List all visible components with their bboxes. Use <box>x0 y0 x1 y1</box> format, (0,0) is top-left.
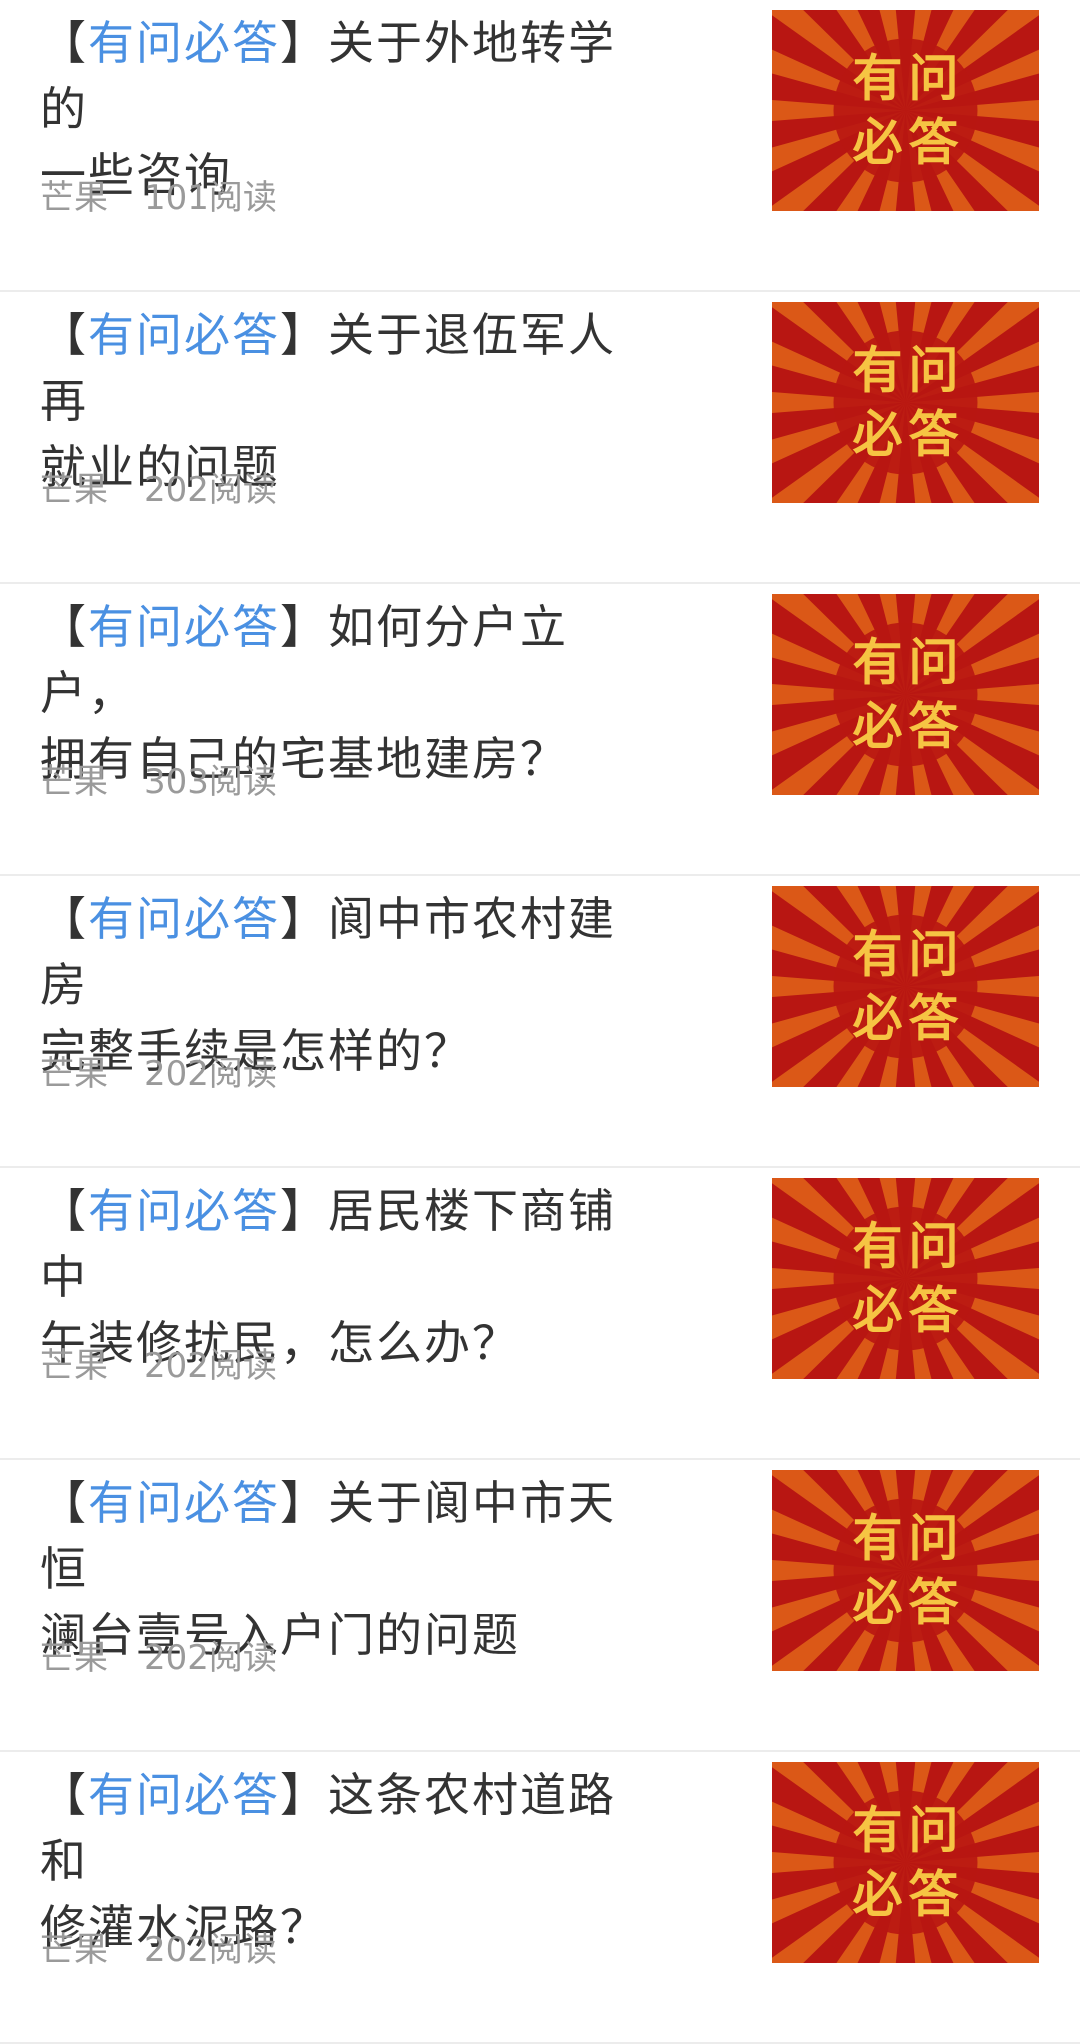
tag-label: 有问必答 <box>88 308 280 362</box>
sunburst-artwork: 有问必答 <box>772 1178 1039 1379</box>
tag-label: 有问必答 <box>88 16 280 70</box>
read-count: 101阅读 <box>144 178 277 218</box>
tag-bracket-close: 】 <box>280 1768 328 1822</box>
read-count: 202阅读 <box>144 1346 277 1386</box>
thumbnail-char: 答 <box>909 406 960 464</box>
article-meta: 芒果 303阅读 <box>40 754 277 803</box>
read-count: 202阅读 <box>144 470 277 510</box>
thumbnail-char: 有 <box>853 342 903 400</box>
article-thumbnail[interactable]: 有问必答 <box>772 1762 1039 1963</box>
tag-bracket-close: 】 <box>280 16 328 70</box>
read-count: 202阅读 <box>144 1638 277 1678</box>
article-meta: 芒果 202阅读 <box>40 1922 277 1971</box>
thumbnail-char: 答 <box>909 114 960 172</box>
article-card[interactable]: 【有问必答】关于阆中市天恒 澜台壹号入户门的问题 芒果 202阅读 有问必答 <box>0 1460 1080 1752</box>
tag-bracket-close: 】 <box>280 1184 328 1238</box>
article-meta: 芒果 101阅读 <box>40 170 277 219</box>
thumbnail-char: 必 <box>853 1574 903 1632</box>
tag-bracket-open: 【 <box>40 1476 88 1530</box>
read-count: 202阅读 <box>144 1054 277 1094</box>
author-name: 芒果 <box>40 470 108 510</box>
thumbnail-char: 问 <box>909 1802 959 1860</box>
thumbnail-char: 有 <box>853 1218 903 1276</box>
thumbnail-char: 必 <box>853 114 903 172</box>
author-name: 芒果 <box>40 1638 108 1678</box>
thumbnail-char: 必 <box>853 406 903 464</box>
tag-bracket-open: 【 <box>40 1768 88 1822</box>
author-name: 芒果 <box>40 762 108 802</box>
article-card[interactable]: 【有问必答】阆中市农村建房 完整手续是怎样的？ 芒果 202阅读 有问必答 <box>0 876 1080 1168</box>
sunburst-artwork: 有问必答 <box>772 886 1039 1087</box>
tag-label: 有问必答 <box>88 1184 280 1238</box>
article-card[interactable]: 【有问必答】居民楼下商铺中 午装修扰民，怎么办？ 芒果 202阅读 有问必答 <box>0 1168 1080 1460</box>
sunburst-artwork: 有问必答 <box>772 594 1039 795</box>
read-count: 202阅读 <box>144 1930 277 1970</box>
thumbnail-char: 必 <box>853 990 903 1048</box>
thumbnail-char: 问 <box>909 926 959 984</box>
thumbnail-char: 答 <box>909 990 960 1048</box>
thumbnail-char: 问 <box>909 634 959 692</box>
article-thumbnail[interactable]: 有问必答 <box>772 302 1039 503</box>
thumbnail-char: 问 <box>909 50 959 108</box>
thumbnail-char: 必 <box>853 698 903 756</box>
thumbnail-char: 问 <box>909 1510 959 1568</box>
thumbnail-char: 有 <box>853 50 903 108</box>
article-meta: 芒果 202阅读 <box>40 1046 277 1095</box>
thumbnail-char: 必 <box>853 1282 903 1340</box>
author-name: 芒果 <box>40 1054 108 1094</box>
read-count: 303阅读 <box>144 762 277 802</box>
article-thumbnail[interactable]: 有问必答 <box>772 1178 1039 1379</box>
article-feed: 【有问必答】关于外地转学的 一些咨询 芒果 101阅读 有问必答 【有问必答】关于退… <box>0 0 1080 2044</box>
tag-label: 有问必答 <box>88 1476 280 1530</box>
thumbnail-char: 问 <box>909 1218 959 1276</box>
author-name: 芒果 <box>40 1346 108 1386</box>
sunburst-artwork: 有问必答 <box>772 1470 1039 1671</box>
tag-label: 有问必答 <box>88 1768 280 1822</box>
article-meta: 芒果 202阅读 <box>40 462 277 511</box>
article-thumbnail[interactable]: 有问必答 <box>772 1470 1039 1671</box>
tag-bracket-close: 】 <box>280 892 328 946</box>
thumbnail-char: 答 <box>909 1282 960 1340</box>
tag-bracket-open: 【 <box>40 308 88 362</box>
tag-bracket-open: 【 <box>40 892 88 946</box>
tag-bracket-close: 】 <box>280 600 328 654</box>
article-meta: 芒果 202阅读 <box>40 1338 277 1387</box>
article-card[interactable]: 【有问必答】关于外地转学的 一些咨询 芒果 101阅读 有问必答 <box>0 0 1080 292</box>
tag-bracket-open: 【 <box>40 16 88 70</box>
article-card[interactable]: 【有问必答】如何分户立户， 拥有自己的宅基地建房？ 芒果 303阅读 有问必答 <box>0 584 1080 876</box>
article-thumbnail[interactable]: 有问必答 <box>772 594 1039 795</box>
sunburst-artwork: 有问必答 <box>772 10 1039 211</box>
thumbnail-char: 有 <box>853 1802 903 1860</box>
article-thumbnail[interactable]: 有问必答 <box>772 10 1039 211</box>
thumbnail-char: 问 <box>909 342 959 400</box>
thumbnail-char: 答 <box>909 1574 960 1632</box>
thumbnail-char: 答 <box>909 1866 960 1924</box>
sunburst-artwork: 有问必答 <box>772 1762 1039 1963</box>
thumbnail-char: 答 <box>909 698 960 756</box>
article-card[interactable]: 【有问必答】这条农村道路和 修灌水泥路？ 芒果 202阅读 有问必答 <box>0 1752 1080 2044</box>
thumbnail-char: 有 <box>853 1510 903 1568</box>
tag-label: 有问必答 <box>88 892 280 946</box>
tag-bracket-open: 【 <box>40 1184 88 1238</box>
author-name: 芒果 <box>40 1930 108 1970</box>
tag-label: 有问必答 <box>88 600 280 654</box>
thumbnail-char: 有 <box>853 634 903 692</box>
author-name: 芒果 <box>40 178 108 218</box>
thumbnail-char: 有 <box>853 926 903 984</box>
sunburst-artwork: 有问必答 <box>772 302 1039 503</box>
article-thumbnail[interactable]: 有问必答 <box>772 886 1039 1087</box>
article-meta: 芒果 202阅读 <box>40 1630 277 1679</box>
thumbnail-char: 必 <box>853 1866 903 1924</box>
tag-bracket-close: 】 <box>280 1476 328 1530</box>
article-card[interactable]: 【有问必答】关于退伍军人再 就业的问题 芒果 202阅读 有问必答 <box>0 292 1080 584</box>
tag-bracket-close: 】 <box>280 308 328 362</box>
tag-bracket-open: 【 <box>40 600 88 654</box>
